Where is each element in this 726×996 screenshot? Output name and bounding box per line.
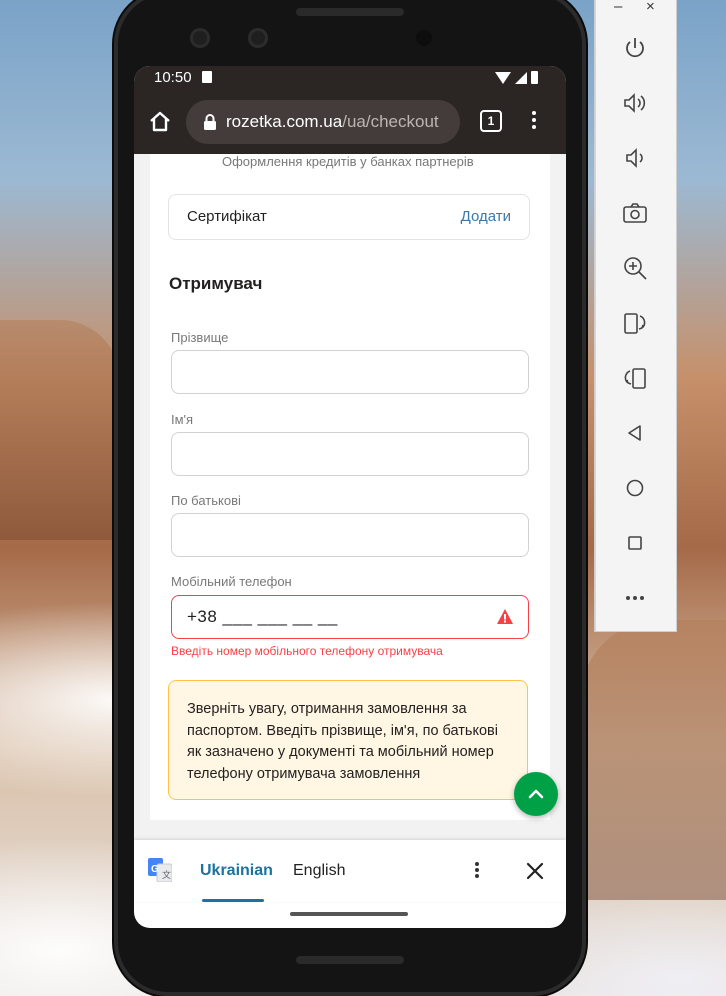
warning-icon (497, 609, 513, 624)
surname-input[interactable] (171, 350, 529, 394)
phone-error-message: Введіть номер мобільного телефону отриму… (171, 644, 443, 658)
volume-up-icon[interactable] (620, 88, 650, 118)
home-button-icon[interactable] (620, 473, 650, 503)
minimize-button[interactable]: – (614, 0, 622, 15)
bottom-speaker (296, 956, 404, 964)
rotate-right-icon[interactable] (620, 308, 650, 338)
patronymic-label: По батькові (171, 493, 241, 508)
sd-card-icon (202, 71, 212, 83)
passport-notice: Зверніть увагу, отримання замовлення за … (168, 680, 528, 800)
front-camera (190, 28, 210, 48)
power-icon[interactable] (620, 33, 650, 63)
status-time: 10:50 (154, 69, 192, 86)
volume-down-icon[interactable] (620, 143, 650, 173)
close-window-button[interactable]: × (646, 0, 655, 15)
battery-icon (531, 71, 538, 84)
translate-menu-icon[interactable] (474, 860, 480, 882)
home-icon[interactable] (148, 110, 172, 134)
rotate-left-icon[interactable] (620, 363, 650, 393)
signal-icon (515, 71, 527, 84)
name-input[interactable] (171, 432, 529, 476)
front-sensor (248, 28, 268, 48)
tab-switcher-button[interactable]: 1 (480, 110, 502, 132)
svg-text:G: G (151, 864, 159, 875)
gesture-nav-handle[interactable] (290, 912, 408, 916)
camera-icon[interactable] (620, 198, 650, 228)
translate-bar: G 文 Ukrainian English (134, 840, 566, 902)
phone-label: Мобільний телефон (171, 574, 292, 589)
url-host: rozetka.com.ua (226, 112, 343, 131)
chevron-up-icon (528, 789, 544, 799)
phone-input[interactable]: +38 ___ ___ __ __ (171, 595, 529, 639)
checkout-card: Оформлення кредитів у банках партнерів С… (150, 154, 550, 820)
certificate-row: Сертифікат Додати (168, 194, 530, 240)
status-bar: 10:50 (134, 66, 566, 90)
browser-menu-icon[interactable] (530, 108, 538, 132)
svg-text:文: 文 (162, 869, 171, 880)
back-icon[interactable] (620, 418, 650, 448)
overview-icon[interactable] (620, 528, 650, 558)
surname-label: Прізвище (171, 330, 229, 345)
close-icon[interactable] (524, 860, 546, 882)
google-translate-icon: G 文 (148, 858, 172, 882)
lock-icon (204, 114, 216, 130)
more-icon[interactable] (620, 583, 650, 613)
emulator-side-panel: – × (595, 0, 676, 631)
certificate-label: Сертифікат (187, 208, 267, 225)
name-label: Ім'я (171, 412, 194, 427)
phone-screen: 10:50 rozetka.com.ua/ua/checkout 1 Оформ… (134, 66, 566, 928)
scroll-to-top-button[interactable] (514, 772, 558, 816)
proximity-sensor (416, 30, 432, 46)
wifi-icon (495, 71, 511, 84)
address-bar[interactable]: rozetka.com.ua/ua/checkout (186, 100, 460, 144)
patronymic-input[interactable] (171, 513, 529, 557)
recipient-title: Отримувач (169, 274, 263, 293)
phone-input-value: +38 ___ ___ __ __ (187, 607, 338, 626)
zoom-icon[interactable] (620, 253, 650, 283)
language-tab-ukrainian[interactable]: Ukrainian (200, 862, 273, 880)
earpiece-speaker (296, 8, 404, 16)
language-tab-english[interactable]: English (293, 862, 345, 880)
url-path: /ua/checkout (342, 112, 439, 131)
system-icons (495, 71, 538, 84)
browser-toolbar: rozetka.com.ua/ua/checkout 1 (134, 90, 566, 154)
credit-note: Оформлення кредитів у банках партнерів (222, 154, 474, 169)
page-content: Оформлення кредитів у банках партнерів С… (134, 154, 566, 840)
certificate-add-button[interactable]: Додати (461, 208, 511, 225)
active-language-indicator (202, 899, 264, 902)
